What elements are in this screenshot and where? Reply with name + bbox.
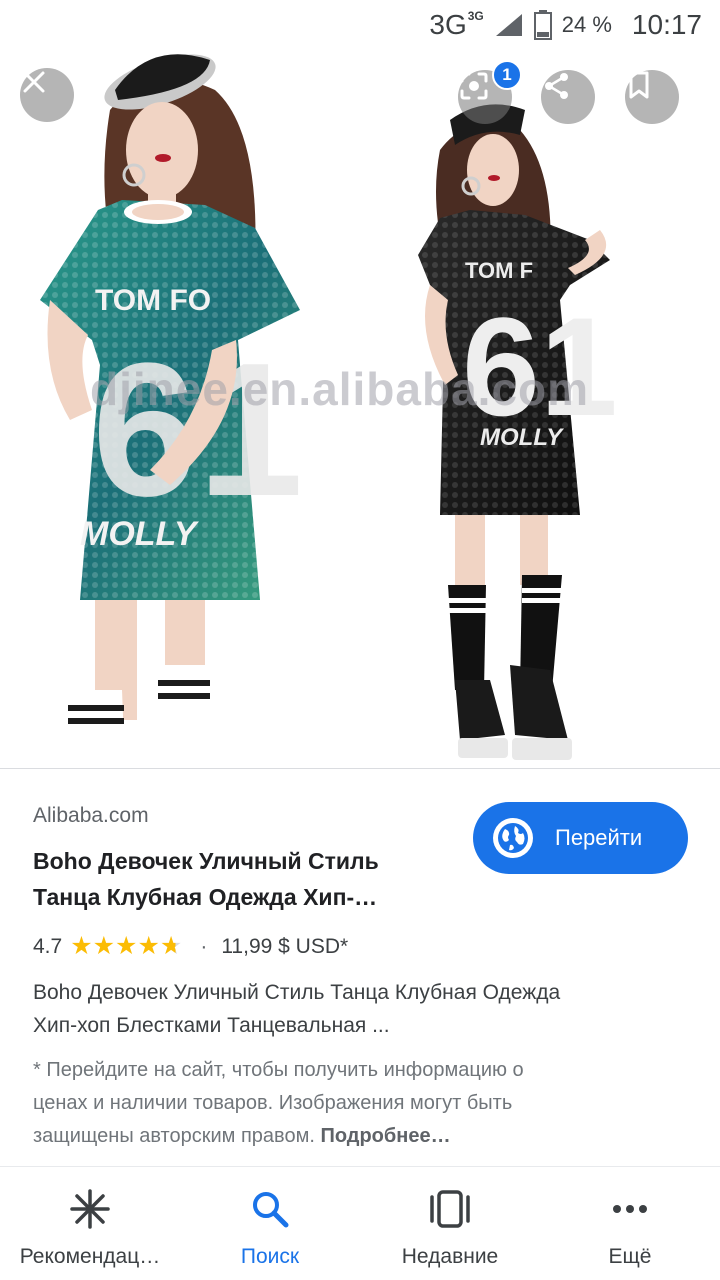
visit-button-label: Перейти <box>555 825 643 850</box>
more-link[interactable]: Подробнее… <box>320 1125 450 1147</box>
star-icon: ★ <box>70 932 93 960</box>
search-icon <box>248 1187 292 1231</box>
left-jersey-bottom-text: MOLLY <box>80 515 200 553</box>
title-line-2: Танца Клубная Одежда Хип-… <box>33 884 378 910</box>
rating-value: 4.7 <box>33 934 63 958</box>
star-icon: ★ <box>159 932 183 960</box>
result-title[interactable]: Boho Девочек Уличный Стиль Танца Клубная… <box>33 843 463 915</box>
bookmark-icon <box>629 71 649 99</box>
rating-price-row: 4.7 ★ ★ ★ ★ ★ · 11,99 $ USD* <box>33 934 348 959</box>
nav-item-search[interactable]: Поиск <box>180 1167 360 1280</box>
lens-button[interactable]: 1 <box>458 60 522 124</box>
clock: 10:17 <box>631 9 702 40</box>
star-rating: ★ ★ ★ ★ ★ <box>70 934 182 959</box>
nav-label-discover: Рекомендац… <box>19 1245 161 1268</box>
share-icon <box>545 73 568 99</box>
nav-item-recent[interactable]: Недавние <box>360 1167 540 1280</box>
nav-item-more[interactable]: Ещё <box>540 1167 720 1280</box>
right-jersey-bottom-text: MOLLY <box>480 424 564 451</box>
price: 11,99 $ USD* <box>221 934 349 958</box>
nav-item-discover[interactable]: Рекомендац… <box>0 1167 180 1280</box>
globe-icon <box>493 818 533 858</box>
result-description: Boho Девочек Уличный Стиль Танца Клубная… <box>33 981 561 1037</box>
product-image[interactable]: TOM FO 61 MOLLY <box>0 0 720 768</box>
left-jersey-top-text: TOM FO <box>95 284 211 317</box>
star-icon: ★ <box>115 932 138 960</box>
nav-label-search: Поиск <box>240 1245 300 1268</box>
title-line-1: Boho Девочек Уличный Стиль <box>33 848 379 874</box>
watermark-text: djinee.en.alibaba.com <box>90 363 590 415</box>
recent-cards-icon <box>428 1187 472 1231</box>
battery-percent: 24 % <box>561 12 612 37</box>
nav-label-recent: Недавние <box>401 1245 499 1268</box>
more-dots-icon <box>608 1187 652 1231</box>
status-bar: 3G 3G 24 % 10:17 <box>0 0 720 50</box>
nav-label-more: Ещё <box>608 1245 652 1268</box>
disclaimer: * Перейдите на сайт, чтобы получить инфо… <box>33 1059 524 1147</box>
separator-dot: · <box>200 934 208 958</box>
right-jersey-top-text: TOM F <box>465 258 533 283</box>
divider <box>0 768 720 769</box>
share-button[interactable] <box>541 70 595 124</box>
close-icon <box>23 71 45 93</box>
signal-icon <box>495 14 522 36</box>
asterisk-icon <box>68 1187 112 1231</box>
visit-button[interactable]: Перейти <box>473 802 688 874</box>
star-icon: ★ <box>137 932 160 960</box>
network-indicator: 3G 3G <box>429 9 484 40</box>
lens-badge: 1 <box>492 60 522 90</box>
star-icon: ★ <box>92 932 116 960</box>
close-button[interactable] <box>20 68 74 122</box>
source-domain[interactable]: Alibaba.com <box>33 804 149 828</box>
right-model: TOM F 61 MOLLY <box>418 104 618 760</box>
bottom-navigation: Рекомендац… Поиск Недавние Ещё <box>0 1166 720 1280</box>
battery-icon <box>533 10 552 40</box>
lens-icon <box>460 72 488 100</box>
save-button[interactable] <box>625 70 679 124</box>
